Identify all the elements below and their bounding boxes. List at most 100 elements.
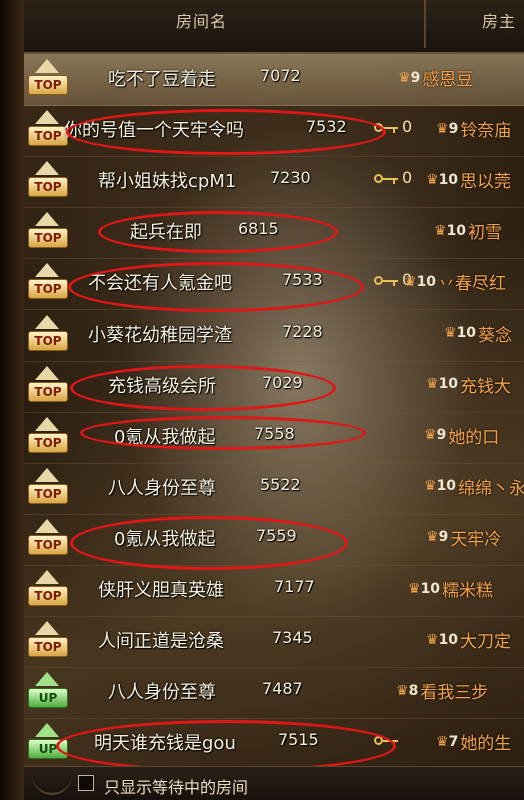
key-icon	[374, 275, 400, 287]
room-name: 帮小姐妹找cpM1	[98, 171, 237, 193]
badge-label: TOP	[28, 432, 68, 453]
room-name: 充钱高级会所	[108, 375, 216, 397]
room-number: 6815	[238, 219, 279, 239]
room-number: 7228	[282, 321, 323, 341]
owner-level: 9	[436, 427, 447, 444]
room-list-window: 房间名 房主 TOP 吃不了豆着走 7072 ♛9 感恩豆 TOP 你的号值一个天牢令吗 75…	[0, 0, 524, 800]
owner-cell: ♛9 她的口	[424, 423, 499, 448]
room-name: 不会还有人氪金吧	[88, 273, 232, 295]
badge-label: TOP	[28, 483, 68, 504]
owner-name: 思以莞	[460, 172, 512, 193]
top-badge-icon: TOP	[28, 110, 68, 150]
owner-name: 丷春尽红	[438, 274, 507, 295]
room-name: 八人身份至尊	[108, 682, 216, 704]
owner-cell: ♛10 大刀定	[426, 627, 511, 653]
top-badge-icon: TOP	[28, 416, 68, 457]
top-badge-icon: TOP	[28, 570, 68, 610]
owner-level: 10	[438, 171, 459, 188]
badge-label: TOP	[28, 279, 68, 300]
room-number: 7177	[274, 577, 315, 596]
owner-cell: ♛9 天牢冷	[426, 525, 501, 550]
room-row[interactable]: UP 八人身份至尊 7487 ♛8 看我三步	[24, 667, 524, 720]
top-badge-icon: TOP	[28, 212, 68, 252]
room-number: 7558	[254, 423, 295, 443]
badge-roof	[35, 467, 59, 482]
badge-roof	[35, 621, 59, 636]
waiting-only-label[interactable]: 只显示等待中的房间	[104, 774, 248, 798]
badge-label: TOP	[28, 381, 68, 402]
room-row[interactable]: TOP 侠肝义胆真英雄 7177 ♛10 糯米糕	[24, 565, 524, 617]
top-badge-icon: TOP	[28, 365, 68, 406]
room-row[interactable]: TOP 充钱高级会所 7029 ♛10 充钱大	[24, 361, 524, 413]
badge-roof	[35, 212, 59, 227]
badge-label: TOP	[28, 330, 68, 351]
room-name: 0氪从我做起	[114, 426, 216, 448]
owner-cell: ♛10 绵绵丶永	[424, 474, 524, 499]
room-number: 7533	[282, 270, 323, 290]
column-header-owner[interactable]: 房主	[482, 8, 516, 32]
owner-cell: ♛10 糯米糕	[408, 576, 494, 602]
room-row[interactable]: TOP 人间正道是沧桑 7345 ♛10 大刀定	[24, 616, 524, 669]
room-name: 侠肝义胆真英雄	[98, 580, 224, 601]
owner-level: 10	[436, 478, 457, 495]
waiting-only-checkbox[interactable]	[78, 775, 94, 791]
room-name: 明天谁充钱是gou	[94, 733, 236, 755]
key-count: 0	[402, 168, 413, 188]
crown-icon: ♛	[436, 120, 449, 137]
room-row[interactable]: TOP 小葵花幼稚园学渣 7228 ♛10 葵念	[24, 310, 524, 362]
owner-level: 9	[448, 120, 459, 137]
owner-level: 8	[408, 682, 419, 699]
column-header-room-name[interactable]: 房间名	[176, 8, 227, 32]
room-row[interactable]: TOP 八人身份至尊 5522 ♛10 绵绵丶永	[24, 463, 524, 515]
list-footer: 只显示等待中的房间	[24, 766, 524, 800]
room-row[interactable]: TOP 帮小姐妹找cpM1 7230 0 ♛10 思以莞	[24, 156, 524, 209]
badge-roof	[35, 416, 59, 431]
room-row[interactable]: TOP 0氪从我做起 7558 ♛9 她的口	[24, 412, 524, 464]
room-name: 人间正道是沧桑	[98, 631, 224, 653]
key-icon	[374, 122, 400, 134]
owner-cell: ♛10 葵念	[444, 321, 512, 346]
owner-cell: ♛8 看我三步	[396, 678, 489, 704]
crown-icon: ♛	[404, 273, 417, 290]
owner-name: 充钱大	[460, 376, 512, 397]
owner-level: 9	[410, 69, 421, 86]
badge-roof	[35, 672, 59, 687]
badge-roof	[35, 263, 59, 278]
badge-roof	[35, 161, 59, 176]
badge-roof	[35, 723, 59, 738]
owner-name: 铃奈庙	[460, 121, 512, 142]
crown-icon: ♛	[426, 376, 439, 393]
room-number: 7230	[270, 168, 311, 188]
crown-icon: ♛	[434, 222, 447, 239]
badge-label: UP	[28, 688, 68, 709]
owner-name: 葵念	[478, 325, 513, 346]
room-row[interactable]: TOP 起兵在即 6815 ♛10 初雪	[24, 207, 524, 260]
crown-icon: ♛	[444, 325, 457, 341]
key-icon	[374, 173, 400, 185]
room-row[interactable]: TOP 0氪从我做起 7559 ♛9 天牢冷	[24, 514, 524, 570]
room-row[interactable]: TOP 吃不了豆着走 7072 ♛9 感恩豆	[24, 54, 524, 106]
list-header: 房间名 房主	[24, 0, 524, 54]
badge-roof	[35, 314, 59, 329]
owner-cell: ♛10 思以莞	[426, 167, 512, 193]
crown-icon: ♛	[396, 682, 409, 699]
owner-name: 天牢冷	[450, 529, 502, 550]
key-count: 0	[402, 117, 413, 137]
room-row[interactable]: TOP 不会还有人氪金吧 7533 0 ♛10 丷春尽红	[24, 258, 524, 313]
room-row[interactable]: UP 明天谁充钱是gou 7515 ♛7 她的生	[24, 718, 524, 773]
owner-name: 看我三步	[420, 683, 489, 704]
owner-name: 糯米糕	[442, 581, 494, 601]
room-list: TOP 吃不了豆着走 7072 ♛9 感恩豆 TOP 你的号值一个天牢令吗 7532 0 ♛9 铃奈…	[24, 54, 524, 773]
owner-level: 10	[438, 631, 459, 648]
room-number: 7559	[256, 525, 297, 545]
top-badge-icon: TOP	[28, 59, 68, 99]
owner-level: 10	[416, 273, 437, 290]
top-badge-icon: TOP	[28, 467, 68, 508]
owner-cell: ♛10 丷春尽红	[404, 269, 507, 295]
room-row[interactable]: TOP 你的号值一个天牢令吗 7532 0 ♛9 铃奈庙	[24, 105, 524, 158]
owner-cell: ♛10 充钱大	[426, 372, 511, 397]
crown-icon: ♛	[436, 733, 449, 750]
crown-icon: ♛	[426, 631, 439, 648]
room-number: 7072	[260, 66, 301, 85]
room-name: 小葵花幼稚园学渣	[88, 324, 232, 346]
